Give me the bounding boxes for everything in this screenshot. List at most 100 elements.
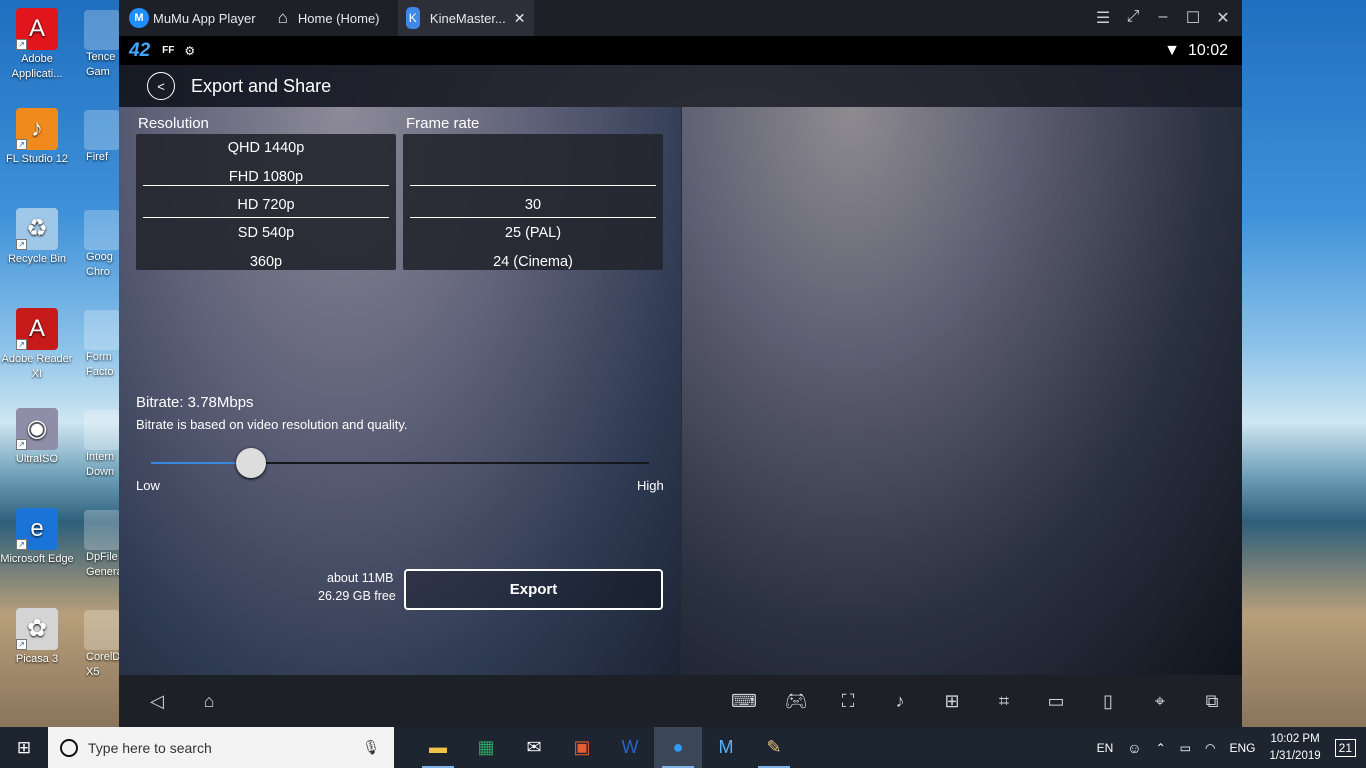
menu-icon[interactable]: ☰	[1088, 8, 1118, 28]
framerate-picker[interactable]: 30 25 (PAL) 24 (Cinema)	[403, 134, 663, 270]
start-button[interactable]: ⊞	[0, 727, 48, 768]
taskbar-search[interactable]: Type here to search 🎙︎	[48, 727, 394, 768]
volume-icon[interactable]: ♪	[874, 691, 926, 712]
apk-install-icon[interactable]: ⊞	[926, 691, 978, 712]
file-explorer-icon[interactable]: ▬	[414, 727, 462, 768]
notification-count: 42	[129, 39, 151, 61]
resolution-option[interactable]: FHD 1080p	[136, 162, 396, 190]
mumu-taskbar-icon[interactable]: ●	[654, 727, 702, 768]
folder-icon[interactable]: ▭	[1030, 691, 1082, 712]
app-header: < Export and Share	[119, 65, 1242, 107]
desktop-icon[interactable]: A ↗ Adobe Applicati...	[0, 8, 74, 82]
network-icon[interactable]: ◠	[1205, 741, 1215, 755]
desktop-icon[interactable]: ◉ ↗ UltraISO	[0, 408, 74, 467]
desktop-icon-label: Tence Gam	[86, 51, 116, 78]
app-title: MuMu App Player	[153, 10, 256, 26]
keyboard-icon[interactable]: ⌨	[718, 691, 770, 712]
keyboard-language[interactable]: ENG	[1229, 741, 1255, 755]
tab-kinemaster[interactable]: K KineMaster... ✕	[397, 0, 534, 36]
back-icon[interactable]: ◁	[131, 691, 183, 712]
export-button[interactable]: Export	[404, 569, 663, 610]
shortcut-arrow-icon: ↗	[16, 139, 27, 150]
kinemaster-taskbar-icon[interactable]: M	[702, 727, 750, 768]
microphone-icon[interactable]: 🎙︎	[362, 739, 380, 756]
people-icon[interactable]: ☺	[1127, 740, 1141, 756]
tab-kinemaster-label: KineMaster...	[429, 10, 506, 26]
chevron-up-icon[interactable]: ⌃	[1156, 741, 1166, 755]
desktop-icon-partial[interactable]: Goog Chro	[84, 210, 120, 280]
excel-icon[interactable]: ▦	[462, 727, 510, 768]
restore-window-icon[interactable]: ⤢	[1118, 8, 1148, 28]
paint-icon[interactable]: ✎	[750, 727, 798, 768]
mail-icon[interactable]: ✉	[510, 727, 558, 768]
resolution-option-selected[interactable]: HD 720p	[136, 191, 396, 219]
kinemaster-app: < Export and Share Resolution Frame rate…	[119, 65, 1242, 675]
tab-home-label: Home (Home)	[297, 10, 380, 26]
word-icon[interactable]: W	[606, 727, 654, 768]
close-tab-icon[interactable]: ✕	[514, 10, 526, 27]
resolution-picker[interactable]: QHD 1440p FHD 1080p HD 720p SD 540p 360p	[136, 134, 396, 270]
framerate-option[interactable]: 24 (Cinema)	[403, 248, 663, 276]
desktop-icon-label: Microsoft Edge	[0, 553, 74, 565]
desktop-icon-partial[interactable]: Tence Gam	[84, 10, 120, 80]
notification-center-icon[interactable]: 21	[1334, 738, 1356, 757]
resolution-option[interactable]: QHD 1440p	[136, 134, 396, 162]
clock[interactable]: 10:02 PM 1/31/2019	[1269, 731, 1320, 765]
framerate-option[interactable]	[403, 162, 663, 190]
crop-icon[interactable]: ⌗	[978, 691, 1030, 712]
home-icon: ⌂	[277, 8, 288, 27]
framerate-option[interactable]: 25 (PAL)	[403, 219, 663, 247]
desktop-icon[interactable]: e ↗ Microsoft Edge	[0, 508, 74, 567]
page-title: Export and Share	[191, 75, 332, 96]
cortana-icon	[60, 738, 78, 757]
resolution-option[interactable]: 360p	[136, 248, 396, 276]
shortcut-arrow-icon: ↗	[16, 239, 27, 250]
desktop-icon[interactable]: ♪ ↗ FL Studio 12	[0, 108, 74, 167]
desktop-icon[interactable]: ♻ ↗ Recycle Bin	[0, 208, 74, 267]
shake-icon[interactable]: ▯	[1082, 691, 1134, 712]
clock-time: 10:02 PM	[1270, 732, 1320, 745]
desktop-icon-label: DpFile Genera	[86, 551, 120, 578]
emulator-toolbar: ◁ ⌂ ⌨ 🎮︎ ⛶ ♪ ⊞ ⌗ ▭ ▯ ⌖ ⧉	[119, 675, 1242, 727]
tab-home[interactable]: ⌂ Home (Home)	[270, 0, 388, 36]
powerpoint-icon[interactable]: ▣	[558, 727, 606, 768]
search-placeholder: Type here to search	[88, 739, 212, 756]
framerate-option[interactable]	[403, 134, 663, 162]
video-preview	[681, 107, 1242, 675]
framerate-label: Frame rate	[406, 115, 480, 132]
bitrate-slider[interactable]	[151, 462, 649, 464]
battery-icon[interactable]: ▭	[1180, 741, 1191, 755]
bitrate-title: Bitrate: 3.78Mbps	[136, 394, 254, 411]
resolution-option[interactable]: SD 540p	[136, 219, 396, 247]
rotate-icon[interactable]: ⧉	[1186, 691, 1238, 712]
desktop-icon-label: CorelD X5	[86, 651, 120, 678]
framerate-option-selected[interactable]: 30	[403, 191, 663, 219]
home-icon[interactable]: ⌂	[183, 691, 235, 712]
screenshot-icon[interactable]: ⛶	[822, 691, 874, 712]
desktop-icon-partial[interactable]: Intern Down	[84, 410, 120, 480]
desktop-icon-partial[interactable]: DpFile Genera	[84, 510, 120, 580]
desktop-icon[interactable]: A ↗ Adobe Reader XI	[0, 308, 74, 382]
picker-divider	[143, 217, 389, 218]
location-icon[interactable]: ⌖	[1134, 691, 1186, 712]
shortcut-arrow-icon: ↗	[16, 639, 27, 650]
recycle-bin-icon: ♻ ↗	[16, 208, 58, 250]
desktop-icon-partial[interactable]: CorelD X5	[84, 610, 120, 680]
desktop-icon[interactable]: ✿ ↗ Picasa 3	[0, 608, 74, 667]
share-back-button[interactable]: <	[147, 72, 175, 100]
maximize-button[interactable]: ☐	[1178, 8, 1208, 28]
close-button[interactable]: ✕	[1208, 8, 1238, 28]
desktop-icon-label: Adobe Reader XI	[1, 353, 73, 380]
export-settings-panel: Resolution Frame rate QHD 1440p FHD 1080…	[119, 107, 681, 675]
bitrate-slider-thumb[interactable]	[235, 448, 266, 478]
gamepad-icon[interactable]: 🎮︎	[770, 691, 822, 712]
desktop-icon-partial[interactable]: Form Facto	[84, 310, 120, 380]
desktop-icon-partial[interactable]: Firef	[84, 110, 120, 165]
desktop-icon-label: Adobe Applicati...	[11, 53, 63, 80]
minimize-button[interactable]: –	[1148, 8, 1178, 28]
ultraiso-icon: ◉ ↗	[16, 408, 58, 450]
language-indicator[interactable]: EN	[1097, 741, 1114, 755]
kinemaster-icon: K	[405, 7, 420, 29]
shortcut-arrow-icon: ↗	[16, 539, 27, 550]
usb-icon: ⚙	[184, 43, 196, 58]
